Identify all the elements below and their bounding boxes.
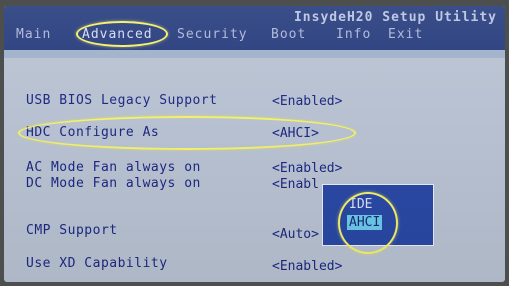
setting-value-cmp-support[interactable]: <Auto> [272, 227, 319, 242]
setting-value-use-xd[interactable]: <Enabled> [272, 259, 342, 274]
setting-value-dc-fan[interactable]: <Enabl [272, 177, 319, 192]
tab-info[interactable]: Info [336, 27, 371, 42]
setting-value-ac-fan[interactable]: <Enabled> [272, 161, 342, 176]
option-ide[interactable]: IDE [347, 197, 374, 212]
app-title: InsydeH20 Setup Utility [293, 10, 497, 25]
setting-value-usb-bios-legacy[interactable]: <Enabled> [272, 94, 342, 109]
setting-label-cmp-support: CMP Support [26, 223, 118, 238]
tab-boot[interactable]: Boot [271, 27, 306, 42]
tab-advanced[interactable]: Advanced [82, 27, 153, 42]
header-bar: InsydeH20 Setup Utility Main Advanced Se… [4, 6, 505, 50]
option-popup: IDE AHCI [322, 184, 434, 246]
tab-exit[interactable]: Exit [388, 27, 423, 42]
tab-main[interactable]: Main [16, 27, 51, 42]
setting-label-usb-bios-legacy: USB BIOS Legacy Support [26, 93, 218, 108]
setting-label-hdc-configure: HDC Configure As [26, 125, 160, 140]
option-ahci[interactable]: AHCI [347, 215, 383, 230]
setting-value-hdc-configure[interactable]: <AHCI> [272, 126, 319, 141]
setting-label-dc-fan: DC Mode Fan always on [26, 176, 201, 191]
bios-screen: InsydeH20 Setup Utility Main Advanced Se… [4, 6, 505, 282]
header-separator [4, 50, 505, 58]
setting-label-use-xd: Use XD Capability [26, 256, 168, 271]
tab-security[interactable]: Security [177, 27, 248, 42]
setting-label-ac-fan: AC Mode Fan always on [26, 160, 201, 175]
